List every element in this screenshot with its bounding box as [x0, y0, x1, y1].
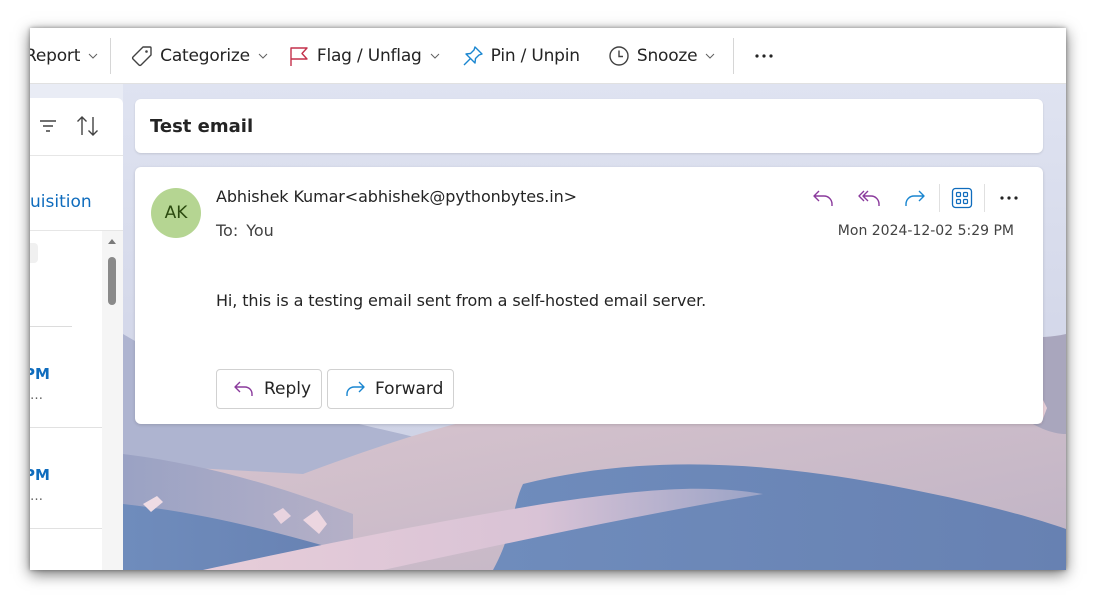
pin-unpin-label: Pin / Unpin — [490, 45, 580, 66]
flag-unflag-label: Flag / Unflag — [316, 45, 422, 66]
list-item[interactable]: PM … — [30, 327, 102, 428]
reply-action-button[interactable] — [803, 183, 843, 213]
avatar[interactable]: AK — [151, 188, 201, 238]
outlook-window: Report Categorize Flag / Unflag Pin / Un… — [30, 28, 1066, 570]
forward-icon — [905, 190, 925, 206]
chevron-down-icon[interactable] — [430, 53, 442, 59]
mail-time: PM — [30, 365, 50, 383]
tag-icon — [131, 45, 153, 67]
message-body: Hi, this is a testing email sent from a … — [216, 291, 707, 310]
message-list-pane: uisition PM … PM … — [30, 98, 123, 570]
scroll-up-arrow-icon[interactable] — [108, 239, 116, 244]
email-subject: Test email — [150, 116, 254, 137]
ribbon-toolbar: Report Categorize Flag / Unflag Pin / Un… — [30, 28, 1066, 84]
clock-icon — [608, 45, 630, 67]
actions-divider — [984, 184, 985, 212]
reply-all-icon — [858, 190, 880, 206]
ribbon-divider — [110, 37, 112, 74]
subject-header: Test email — [135, 99, 1043, 153]
reply-label: Reply — [264, 379, 312, 399]
message-timestamp: Mon 2024-12-02 5:29 PM — [837, 223, 1014, 239]
flag-unflag-button[interactable]: Flag / Unflag — [288, 28, 442, 84]
message-card: AK Abhishek Kumar<abhishek@pythonbytes.i… — [135, 167, 1043, 424]
recipient-name[interactable]: You — [246, 221, 274, 240]
message-actions — [803, 183, 1029, 213]
folder-title[interactable]: uisition — [30, 192, 92, 212]
snooze-label: Snooze — [636, 45, 698, 66]
forward-label: Forward — [375, 379, 444, 399]
ribbon-divider — [733, 37, 735, 74]
chevron-down-icon[interactable] — [88, 53, 100, 59]
report-button[interactable]: Report — [30, 28, 100, 84]
more-horizontal-icon — [755, 53, 774, 58]
reply-icon — [233, 379, 255, 399]
reply-icon — [813, 190, 833, 206]
sender-name[interactable]: Abhishek Kumar<abhishek@pythonbytes.in> — [216, 187, 577, 206]
categorize-label: Categorize — [160, 45, 250, 66]
pin-unpin-button[interactable]: Pin / Unpin — [462, 28, 580, 84]
list-placeholder — [30, 243, 38, 263]
snooze-button[interactable]: Snooze — [608, 28, 718, 84]
chevron-down-icon[interactable] — [258, 53, 270, 59]
message-list: PM … PM … — [30, 231, 102, 570]
forward-action-button[interactable] — [895, 183, 935, 213]
more-actions-button[interactable] — [989, 183, 1029, 213]
more-options-button[interactable] — [754, 28, 774, 84]
report-label: Report — [30, 45, 81, 66]
forward-icon — [344, 379, 366, 399]
chevron-down-icon[interactable] — [705, 53, 717, 59]
sort-icon[interactable] — [76, 115, 100, 137]
more-horizontal-icon — [1000, 196, 1018, 200]
apps-icon — [951, 187, 973, 209]
recipient-line: To: You — [216, 221, 274, 240]
pin-icon — [462, 45, 484, 67]
to-label: To: — [216, 221, 239, 240]
reply-button[interactable]: Reply — [216, 369, 322, 409]
apps-button[interactable] — [944, 183, 980, 213]
forward-button[interactable]: Forward — [327, 369, 454, 409]
reply-all-action-button[interactable] — [849, 183, 889, 213]
avatar-initials: AK — [164, 203, 188, 223]
list-item[interactable]: PM … — [30, 428, 102, 529]
scroll-thumb[interactable] — [108, 257, 116, 305]
mail-preview: … — [30, 489, 43, 504]
mail-time: PM — [30, 466, 50, 484]
message-list-scrollbar[interactable] — [102, 231, 123, 570]
filter-icon[interactable] — [38, 116, 58, 136]
categorize-button[interactable]: Categorize — [131, 28, 270, 84]
actions-divider — [939, 184, 940, 212]
message-list-header — [30, 98, 123, 156]
mail-preview: … — [30, 388, 43, 403]
flag-icon — [288, 45, 310, 67]
